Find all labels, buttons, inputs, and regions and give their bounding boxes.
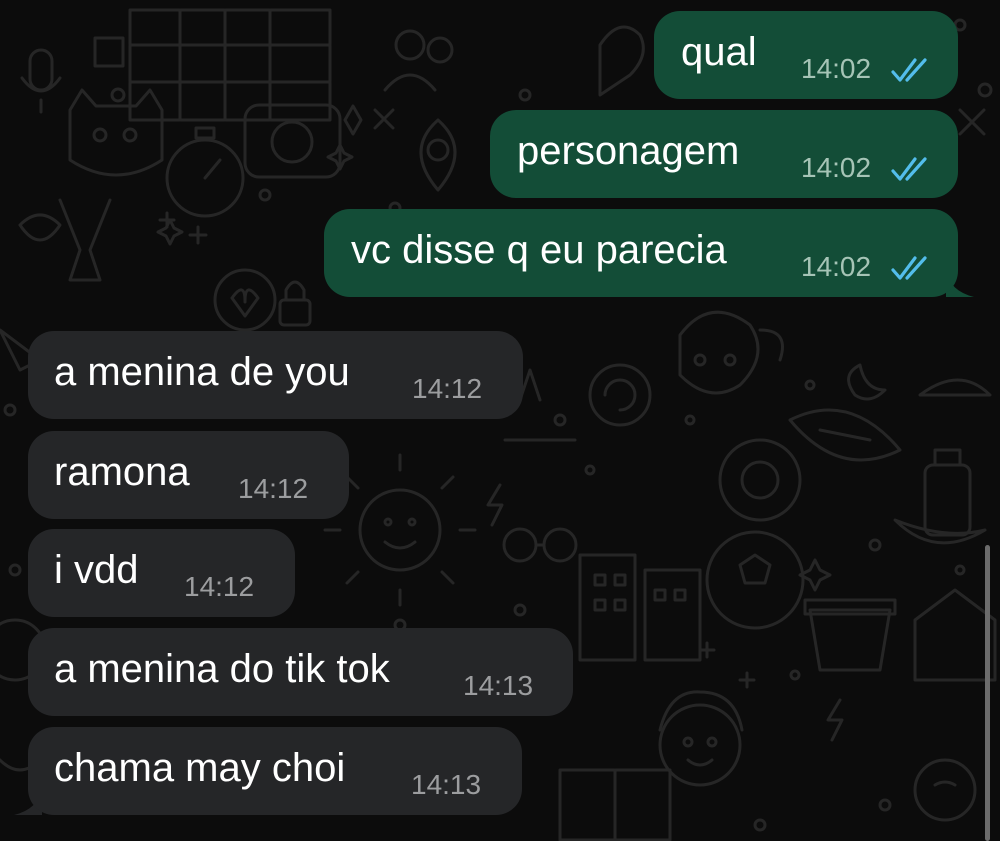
incoming-message-bubble[interactable]: a menina de you 14:12 — [28, 331, 523, 419]
message-text: personagem — [517, 129, 740, 173]
message-time: 14:13 — [463, 670, 534, 701]
message-text: vc disse q eu parecia — [351, 228, 727, 272]
outgoing-message-bubble[interactable]: vc disse q eu parecia 14:02 — [324, 209, 958, 297]
outgoing-message-bubble[interactable]: personagem 14:02 — [490, 110, 958, 198]
chat-view[interactable]: qual 14:02 personagem 14:02 vc disse q e… — [0, 0, 1000, 841]
incoming-message-bubble[interactable]: chama may choi 14:13 — [28, 727, 522, 815]
double-check-icon — [891, 58, 927, 82]
message-text: qual — [681, 30, 757, 74]
message-time: 14:02 — [801, 152, 872, 183]
message-time: 14:02 — [801, 251, 872, 282]
message-list[interactable]: qual 14:02 personagem 14:02 vc disse q e… — [0, 0, 1000, 841]
message-text: ramona — [54, 450, 190, 494]
message-text: i vdd — [54, 548, 139, 592]
incoming-message-bubble[interactable]: a menina do tik tok 14:13 — [28, 628, 573, 716]
incoming-message-bubble[interactable]: i vdd 14:12 — [28, 529, 295, 617]
message-text: a menina do tik tok — [54, 647, 390, 691]
double-check-icon — [891, 157, 927, 181]
message-time: 14:13 — [411, 769, 482, 800]
double-check-icon — [891, 256, 927, 280]
message-time: 14:02 — [801, 53, 872, 84]
incoming-message-bubble[interactable]: ramona 14:12 — [28, 431, 349, 519]
message-time: 14:12 — [238, 473, 309, 504]
message-text: chama may choi — [54, 746, 346, 790]
message-time: 14:12 — [412, 373, 483, 404]
outgoing-message-bubble[interactable]: qual 14:02 — [654, 11, 958, 99]
scrollbar[interactable] — [985, 545, 990, 841]
message-time: 14:12 — [184, 571, 255, 602]
message-text: a menina de you — [54, 350, 350, 394]
